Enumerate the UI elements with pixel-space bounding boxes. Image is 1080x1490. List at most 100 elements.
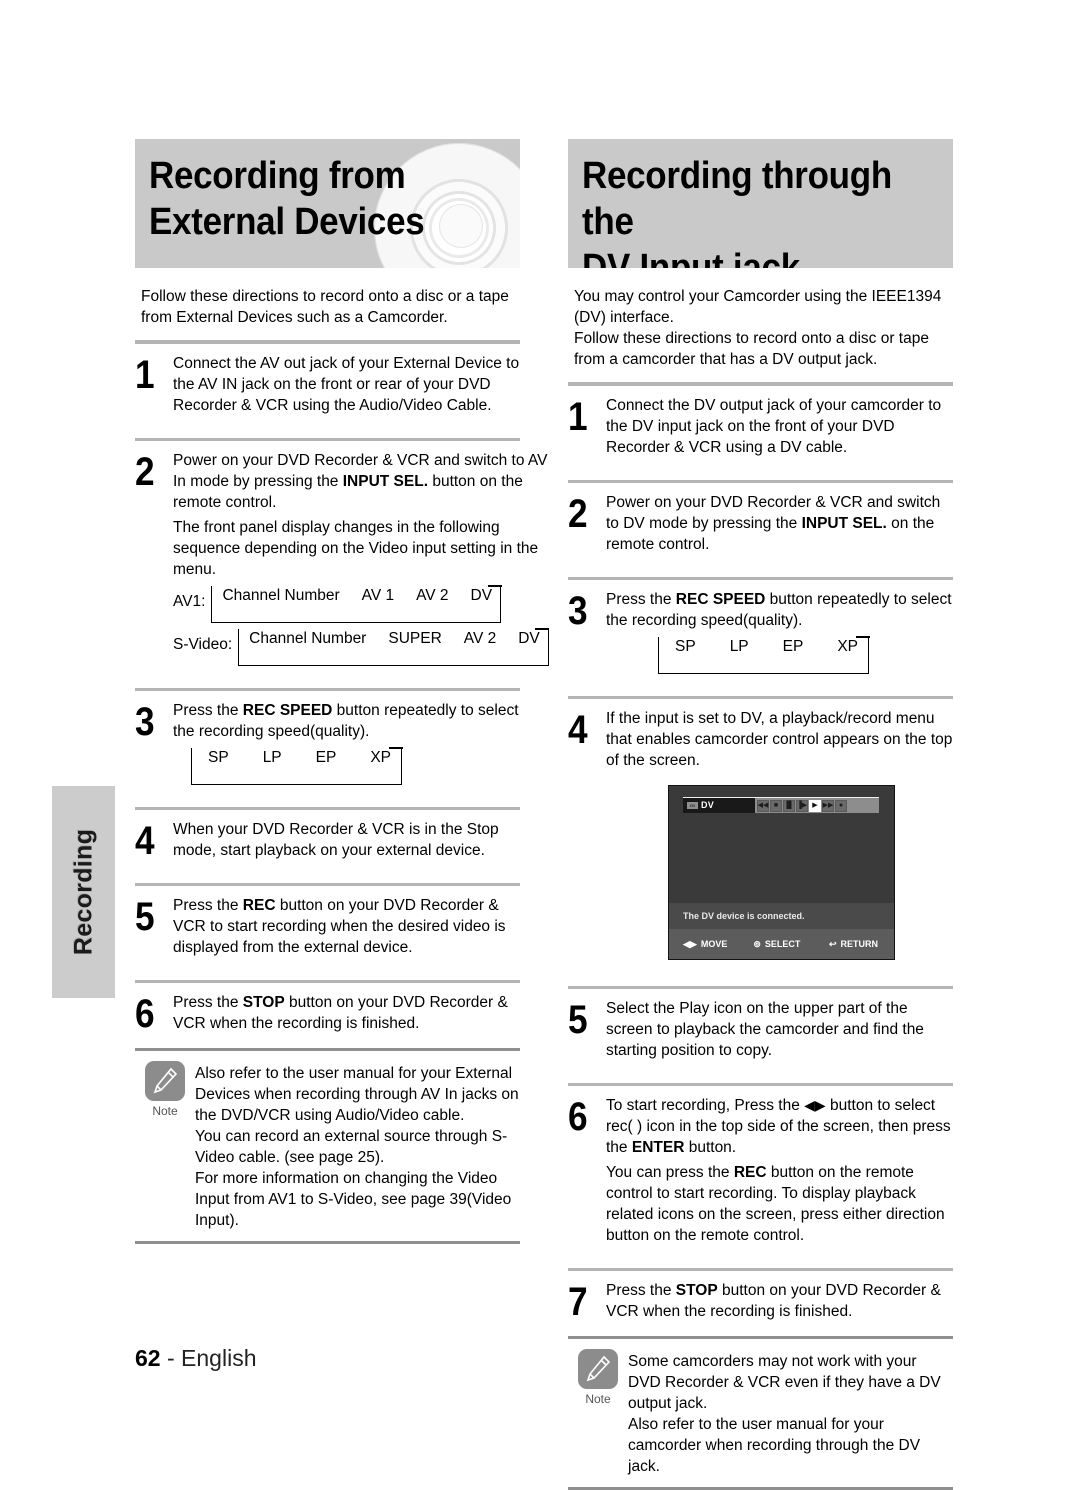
left-section-title-line2: External Devices <box>149 201 425 243</box>
left-intro-text: Follow these directions to record onto a… <box>141 288 509 326</box>
cycle-item: SP <box>208 749 229 766</box>
step-emphasis: ENTER <box>631 1139 685 1156</box>
cycle-loop-arrow <box>487 585 502 587</box>
cycle-item: SUPER <box>388 630 442 647</box>
step-text: Press the REC SPEED button repeatedly to… <box>173 700 520 785</box>
dv-help-bar: ◀▶ MOVE ⊚ SELECT ↩ RETURN <box>669 929 894 959</box>
cycle-item: AV 2 <box>416 587 449 604</box>
step-number: 4 <box>568 708 588 752</box>
note-label: Note <box>585 1392 611 1406</box>
step-emphasis: INPUT SEL. <box>342 473 429 490</box>
right-note-box: Note Some camcorders may not work with y… <box>568 1336 953 1490</box>
left-section-header: Recording from External Devices <box>135 139 520 268</box>
step-number: 2 <box>568 492 588 536</box>
play-button[interactable]: ▶ <box>809 799 821 812</box>
select-hint: ⊚ SELECT <box>753 934 800 955</box>
step-text-part: To start recording, Press the <box>606 1097 805 1114</box>
step-emphasis: INPUT SEL. <box>801 515 887 532</box>
right-section-title-line1: Recording through the <box>582 155 892 243</box>
svideo-cycle-diagram: S-Video: Channel Number SUPER AV 2 DV <box>173 628 550 666</box>
cycle-item: AV 1 <box>361 587 395 604</box>
cycle-item: EP <box>782 638 804 655</box>
note-line: Also refer to the user manual for your c… <box>628 1416 921 1475</box>
return-hint-label: RETURN <box>840 938 879 949</box>
cycle-bracket: Channel Number AV 1 AV 2 DV <box>211 585 502 623</box>
step-text-part: Press the <box>173 897 243 914</box>
rewind-button[interactable]: ◀◀ <box>757 799 769 812</box>
cycle-loop-arrow <box>388 747 403 749</box>
right-intro-line: You may control your Camcorder using the… <box>574 288 942 326</box>
cycle-bracket: SP LP EP XP <box>658 636 870 674</box>
left-step-3: 3 Press the REC SPEED button repeatedly … <box>135 691 520 795</box>
left-step-6: 6 Press the STOP button on your DVD Reco… <box>135 983 520 1044</box>
right-step-2: 2 Power on your DVD Recorder & VCR and s… <box>568 483 953 565</box>
step-emphasis: STOP <box>675 1282 718 1299</box>
record-button[interactable]: ● <box>835 799 847 812</box>
step-text: When your DVD Recorder & VCR is in the S… <box>173 821 499 859</box>
step-emphasis: REC SPEED <box>675 591 766 608</box>
step-number: 5 <box>135 895 155 939</box>
left-step-1: 1 Connect the AV out jack of your Extern… <box>135 344 520 426</box>
step-button[interactable]: ▐▶ <box>796 799 808 812</box>
step-text: Press the STOP button on your DVD Record… <box>606 1280 953 1322</box>
pencil-icon <box>578 1349 618 1389</box>
step-text: To start recording, Press the ◀▶ button … <box>606 1095 953 1246</box>
right-section-header: Recording through the DV Input jack <box>568 139 953 268</box>
dv-status-message: The DV device is connected. <box>669 903 894 929</box>
step-text-part: Press the <box>606 1282 676 1299</box>
footer-language: English <box>181 1345 257 1371</box>
left-step-4: 4 When your DVD Recorder & VCR is in the… <box>135 810 520 871</box>
cycle-bracket: SP LP EP XP <box>191 747 403 785</box>
cycle-item: Channel Number <box>249 630 367 647</box>
step-number: 2 <box>135 450 155 494</box>
page-footer: 62 - English <box>135 1345 256 1372</box>
step-number: 1 <box>568 395 588 439</box>
dv-source-tag: DV DV <box>683 798 755 813</box>
return-arrow-icon: ↩ <box>828 938 837 949</box>
section-side-tab-label: Recording <box>69 828 97 956</box>
right-speed-cycle-diagram: SP LP EP XP <box>606 636 953 674</box>
step-text: Press the STOP button on your DVD Record… <box>173 992 520 1034</box>
step-number: 4 <box>135 819 155 863</box>
footer-dash: - <box>166 1345 175 1371</box>
note-line: Also refer to the user manual for your E… <box>195 1065 519 1124</box>
right-intro-text: You may control your Camcorder using the… <box>574 286 953 370</box>
left-step-2: 2 Power on your DVD Recorder & VCR and s… <box>135 441 550 676</box>
cycle-item: SP <box>675 638 696 655</box>
enter-icon: ⊚ <box>753 938 761 949</box>
left-right-arrows-icon: ◀▶ <box>804 1097 826 1113</box>
cycle-item: XP <box>837 638 859 655</box>
page-number: 62 <box>135 1345 161 1371</box>
move-hint: ◀▶ MOVE <box>683 934 727 955</box>
left-section-title: Recording from External Devices <box>149 153 425 245</box>
stop-button[interactable]: ■ <box>770 799 782 812</box>
step-text: Power on your DVD Recorder & VCR and swi… <box>606 492 953 555</box>
note-line: For more information on changing the Vid… <box>195 1170 512 1229</box>
right-step-6: 6 To start recording, Press the ◀▶ butto… <box>568 1086 953 1256</box>
pause-button[interactable]: ▐▌ <box>783 799 795 812</box>
step-text: If the input is set to DV, a playback/re… <box>606 708 953 964</box>
step-number: 7 <box>568 1280 588 1324</box>
left-step-5: 5 Press the REC button on your DVD Recor… <box>135 886 520 968</box>
dv-control-bar: DV DV ◀◀ ■ ▐▌ ▐▶ ▶ ▶▶ ● <box>683 797 879 813</box>
right-column: Recording through the DV Input jack You … <box>568 139 953 1490</box>
left-column: Recording from External Devices Follow t… <box>135 139 550 1244</box>
step-number: 6 <box>568 1095 588 1139</box>
cycle-bracket: Channel Number SUPER AV 2 DV <box>238 628 550 666</box>
left-speed-cycle-diagram: SP LP EP XP <box>173 747 520 785</box>
select-hint-label: SELECT <box>764 938 801 949</box>
note-text: Some camcorders may not work with your D… <box>628 1349 953 1477</box>
av1-cycle-diagram: AV1: Channel Number AV 1 AV 2 DV <box>173 585 549 623</box>
right-step-4: 4 If the input is set to DV, a playback/… <box>568 699 953 974</box>
right-section-title: Recording through the DV Input jack <box>582 153 923 268</box>
cycle-item: EP <box>315 749 337 766</box>
note-line: You can record an external source throug… <box>195 1128 508 1166</box>
step-text-part: The front panel display changes in the f… <box>173 519 539 578</box>
fast-forward-button[interactable]: ▶▶ <box>822 799 834 812</box>
note-line: Some camcorders may not work with your D… <box>628 1353 941 1412</box>
step-text-part: You can press the <box>606 1164 734 1181</box>
cycle-loop-arrow <box>855 636 870 638</box>
left-note-box: Note Also refer to the user manual for y… <box>135 1048 520 1244</box>
pencil-icon <box>145 1061 185 1101</box>
dv-osd-screen: DV DV ◀◀ ■ ▐▌ ▐▶ ▶ ▶▶ ● The DV device is… <box>668 785 895 960</box>
